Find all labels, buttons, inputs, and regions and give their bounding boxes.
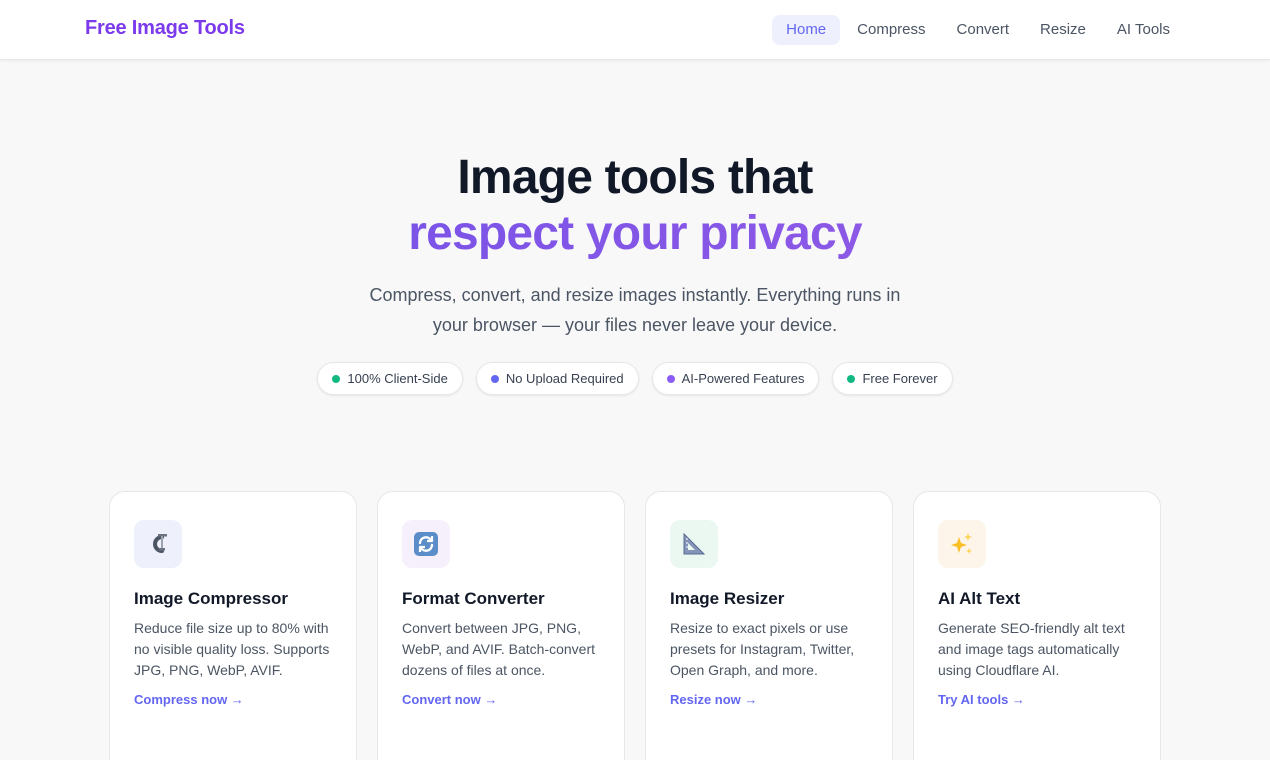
nav-link-ai-tools[interactable]: AI Tools [1103, 15, 1184, 45]
sparkles-icon [951, 533, 972, 554]
card-description: Convert between JPG, PNG, WebP, and AVIF… [402, 620, 595, 678]
badge-no-upload: No Upload Required [475, 362, 639, 395]
hero-section: Image tools that respect your privacy Co… [0, 150, 1270, 340]
nav-link-convert[interactable]: Convert [943, 15, 1024, 45]
badge-label: 100% Client-Side [347, 371, 448, 386]
card-image-compressor[interactable]: Image Compressor Reduce file size up to … [109, 491, 357, 760]
status-dot-icon [490, 374, 499, 383]
clamp-icon [153, 534, 167, 553]
hero-title-line1: Image tools that [457, 151, 813, 204]
badge-label: AI-Powered Features [681, 371, 805, 386]
status-dot-icon [332, 374, 341, 383]
card-format-converter[interactable]: Format Converter Convert between JPG, PN… [377, 491, 625, 760]
tool-cards: Image Compressor Reduce file size up to … [109, 491, 1161, 760]
badge-ai-powered: AI-Powered Features [651, 362, 820, 395]
resizer-icon-box [670, 520, 718, 568]
triangular-ruler-icon [683, 532, 706, 555]
card-description: Generate SEO-friendly alt text and image… [938, 620, 1125, 678]
compress-now-link[interactable]: Compress now → [134, 692, 244, 707]
compressor-icon-box [134, 520, 182, 568]
nav-link-home[interactable]: Home [772, 15, 841, 45]
refresh-arrows-icon [414, 532, 438, 556]
nav-link-compress[interactable]: Compress [843, 15, 939, 45]
badge-client-side: 100% Client-Side [317, 362, 463, 395]
convert-now-link[interactable]: Convert now → [402, 692, 497, 707]
card-title: Image Compressor [134, 589, 288, 608]
try-ai-tools-link[interactable]: Try AI tools → [938, 692, 1025, 707]
card-description: Resize to exact pixels or use presets fo… [670, 620, 855, 678]
ai-icon-box [938, 520, 986, 568]
card-title: AI Alt Text [938, 589, 1021, 608]
hero-title-line2: respect your privacy [0, 206, 1270, 262]
nav-links: Home Compress Convert Resize AI Tools [772, 15, 1184, 45]
hero-subtitle: Compress, convert, and resize images ins… [369, 285, 901, 335]
badge-label: Free Forever [862, 371, 938, 386]
nav-link-resize[interactable]: Resize [1026, 15, 1100, 45]
badge-free-forever: Free Forever [832, 362, 953, 395]
top-nav: Free Image Tools Home Compress Convert R… [0, 0, 1270, 60]
feature-badges: 100% Client-Side No Upload Required AI-P… [0, 362, 1270, 395]
status-dot-icon [847, 374, 856, 383]
converter-icon-box [402, 520, 450, 568]
badge-label: No Upload Required [505, 371, 624, 386]
resize-now-link[interactable]: Resize now → [670, 692, 757, 707]
card-description: Reduce file size up to 80% with no visib… [134, 620, 330, 678]
card-image-resizer[interactable]: Image Resizer Resize to exact pixels or … [645, 491, 893, 760]
status-dot-icon [666, 374, 675, 383]
card-title: Format Converter [402, 589, 545, 608]
card-title: Image Resizer [670, 589, 785, 608]
brand-logo-link[interactable]: Free Image Tools [85, 17, 245, 40]
card-ai-alt-text[interactable]: AI Alt Text Generate SEO-friendly alt te… [913, 491, 1161, 760]
